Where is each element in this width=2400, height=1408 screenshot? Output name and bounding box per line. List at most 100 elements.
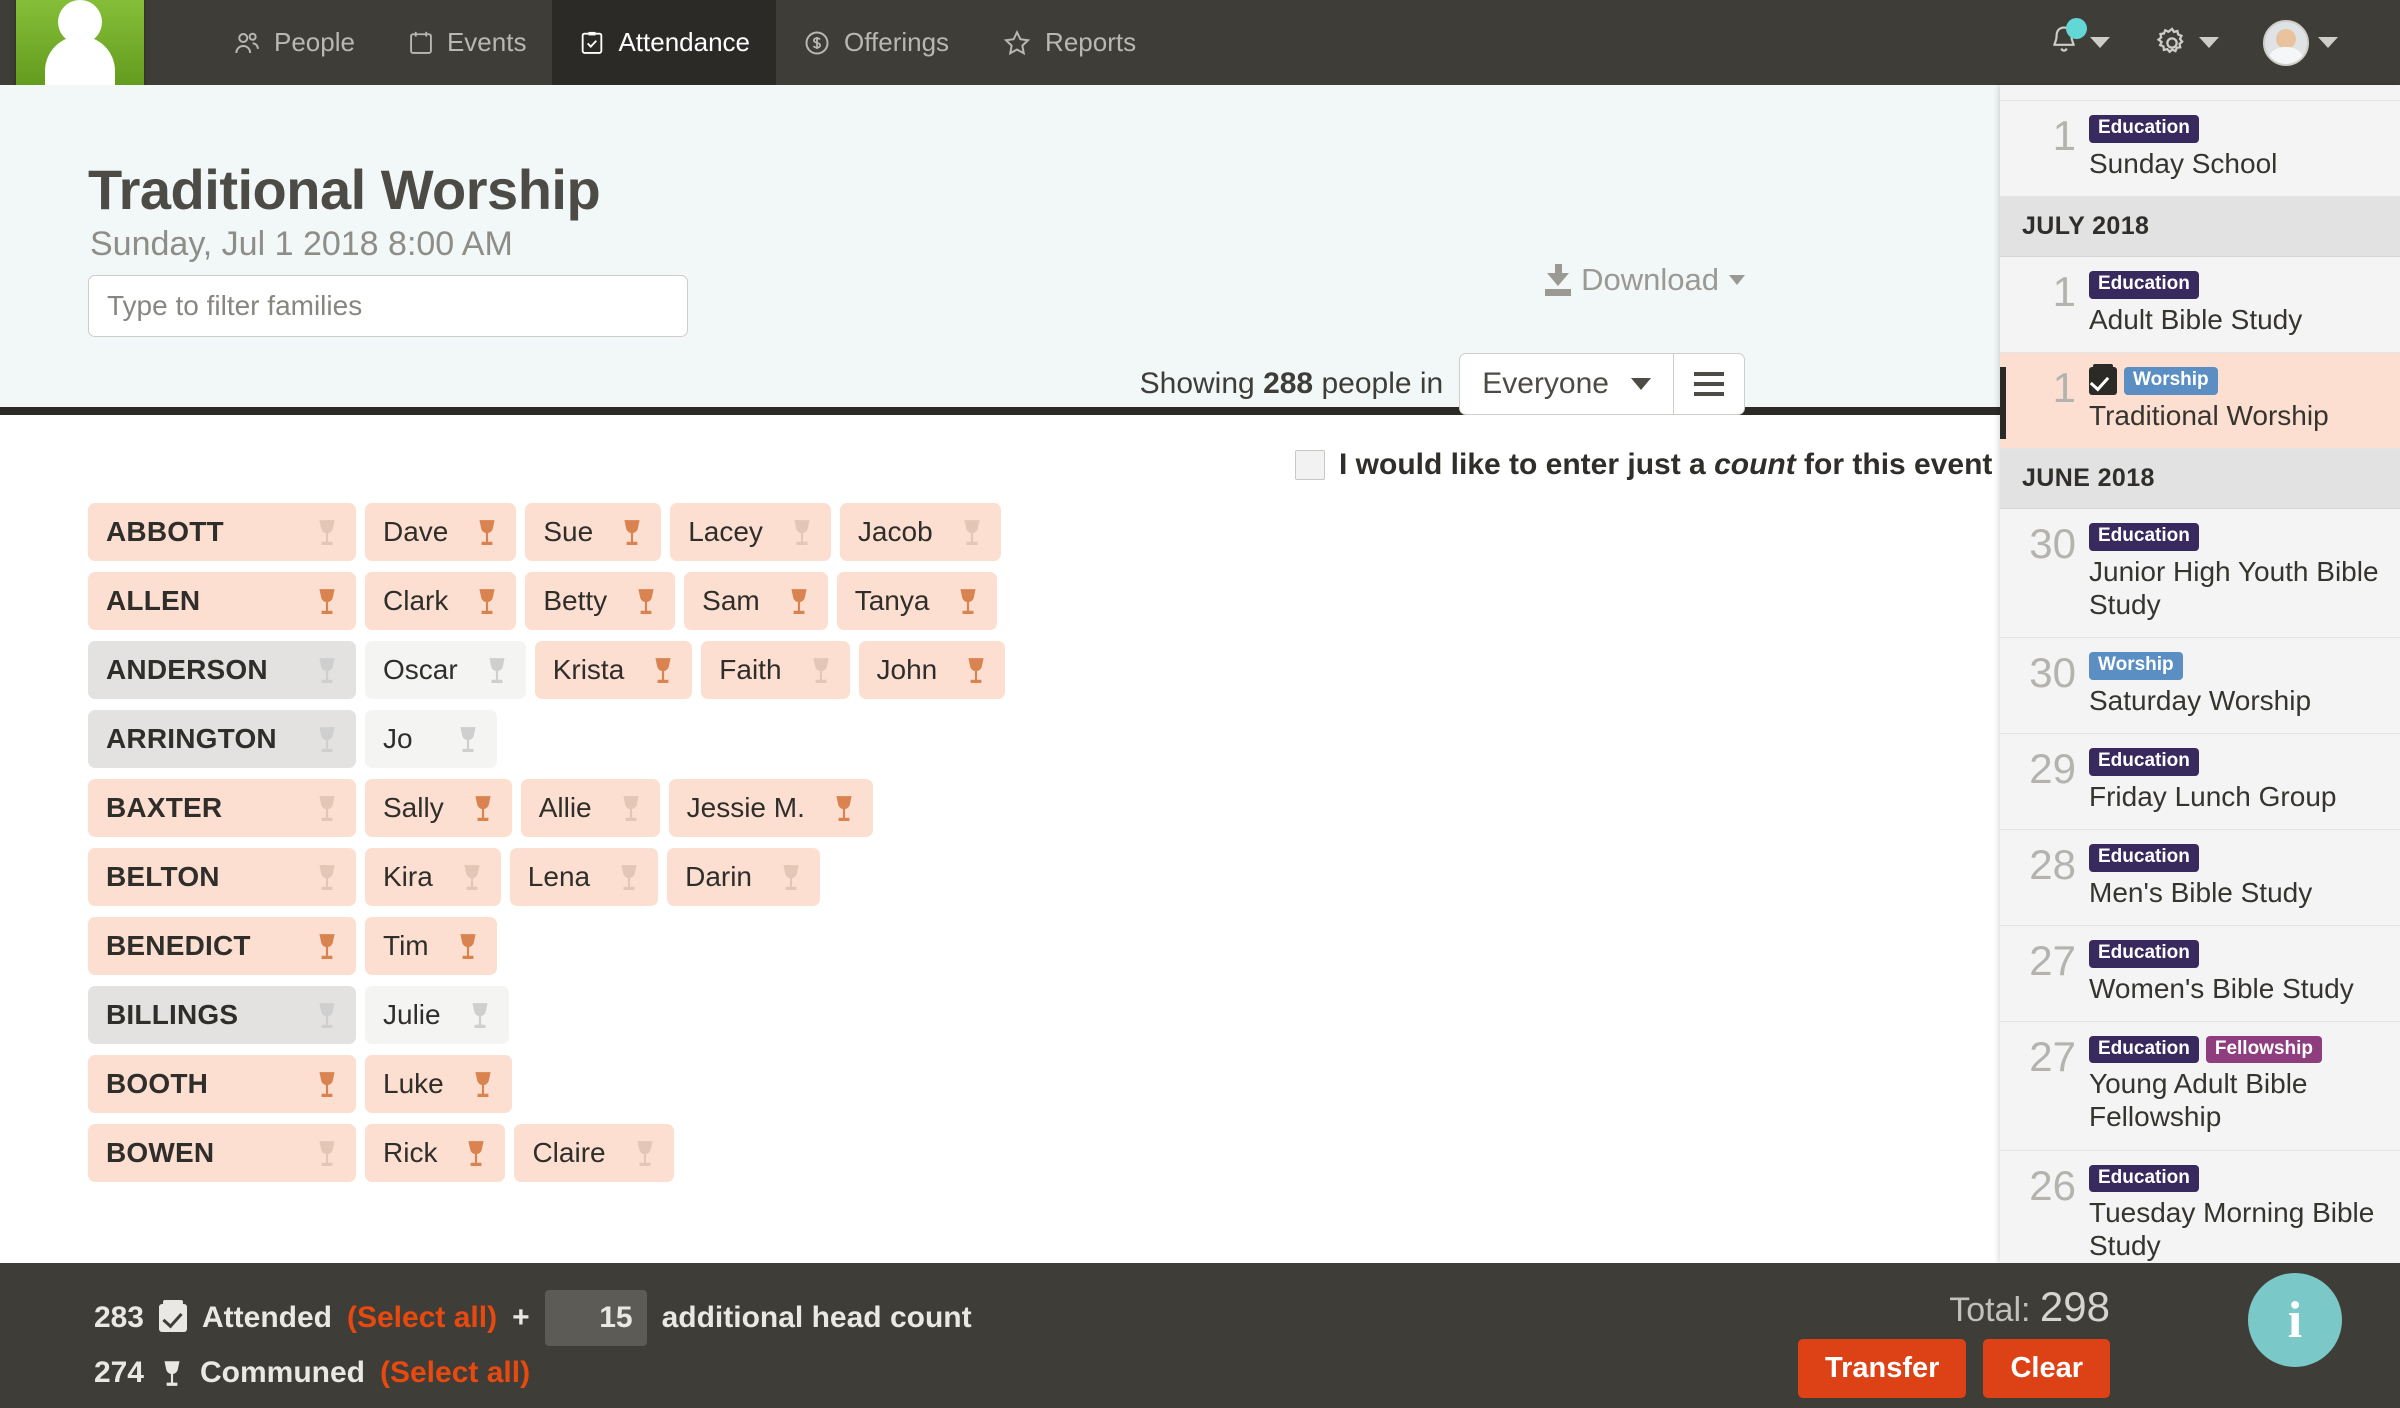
sidebar-event-item[interactable]: 29 Education Friday Lunch Group	[2000, 733, 2400, 830]
sidebar-event-item[interactable]: 27 Education Fellowship Young Adult Bible F…	[2000, 1021, 2400, 1151]
person-chip[interactable]: Clark	[365, 572, 517, 630]
sidebar-event-item[interactable]: 26 Education Tuesday Morning Bible Study	[2000, 1150, 2400, 1263]
person-chip[interactable]: Krista	[534, 641, 693, 699]
chalice-icon[interactable]	[455, 930, 481, 962]
chalice-icon[interactable]	[314, 1068, 340, 1100]
chalice-icon[interactable]	[314, 999, 340, 1031]
chalice-icon[interactable]	[786, 585, 812, 617]
sidebar-event-item[interactable]: 1 Education Sunday School	[2000, 101, 2400, 197]
group-select-button[interactable]: Everyone	[1459, 353, 1674, 415]
person-chip[interactable]: Betty	[525, 572, 676, 630]
list-options-button[interactable]	[1674, 353, 1745, 415]
chalice-icon[interactable]	[789, 516, 815, 548]
family-chip[interactable]: ANDERSON	[88, 641, 356, 699]
family-chip[interactable]: BAXTER	[88, 779, 356, 837]
family-chip[interactable]: BOWEN	[88, 1124, 356, 1182]
family-filter-input[interactable]	[88, 275, 688, 337]
chalice-icon[interactable]	[632, 1137, 658, 1169]
person-chip[interactable]: Claire	[514, 1124, 674, 1182]
chalice-icon[interactable]	[470, 792, 496, 824]
person-chip[interactable]: Jacob	[839, 503, 1001, 561]
person-chip[interactable]: Lena	[509, 848, 659, 906]
person-chip[interactable]: Oscar	[365, 641, 526, 699]
chalice-icon[interactable]	[963, 654, 989, 686]
chalice-icon[interactable]	[463, 1137, 489, 1169]
chalice-icon[interactable]	[959, 516, 985, 548]
chalice-icon[interactable]	[474, 516, 500, 548]
person-chip[interactable]: Tanya	[836, 572, 998, 630]
chalice-icon[interactable]	[314, 1137, 340, 1169]
chalice-icon[interactable]	[808, 654, 834, 686]
chalice-icon[interactable]	[618, 792, 644, 824]
family-chip[interactable]: BELTON	[88, 848, 356, 906]
person-chip[interactable]: Tim	[365, 917, 497, 975]
person-chip[interactable]: Kira	[365, 848, 501, 906]
person-chip[interactable]: Faith	[701, 641, 850, 699]
sidebar-event-item[interactable]: 28 Education Men's Bible Study	[2000, 829, 2400, 926]
person-chip[interactable]: John	[858, 641, 1006, 699]
person-chip[interactable]: Sally	[365, 779, 512, 837]
nav-tab-people[interactable]: People	[206, 0, 381, 85]
sidebar-event-item[interactable]: 1 Education Adult Bible Study	[2000, 256, 2400, 353]
person-chip[interactable]: Julie	[365, 986, 509, 1044]
chalice-icon[interactable]	[459, 861, 485, 893]
nav-tab-attendance[interactable]: Attendance	[552, 0, 777, 91]
chalice-icon[interactable]	[831, 792, 857, 824]
chalice-icon[interactable]	[314, 585, 340, 617]
chalice-icon[interactable]	[314, 861, 340, 893]
family-chip[interactable]: BENEDICT	[88, 917, 356, 975]
sidebar-event-item[interactable]: 30 Education Junior High Youth Bible Study	[2000, 508, 2400, 638]
chalice-icon[interactable]	[314, 516, 340, 548]
family-chip[interactable]: BILLINGS	[88, 986, 356, 1044]
info-button[interactable]: i	[2248, 1273, 2342, 1367]
additional-headcount-input[interactable]	[544, 1290, 647, 1346]
chalice-icon[interactable]	[955, 585, 981, 617]
chalice-icon[interactable]	[633, 585, 659, 617]
person-chip[interactable]: Sam	[684, 572, 828, 630]
chalice-icon[interactable]	[619, 516, 645, 548]
chalice-icon[interactable]	[484, 654, 510, 686]
chalice-icon[interactable]	[314, 930, 340, 962]
clear-button[interactable]: Clear	[1983, 1339, 2110, 1398]
family-chip[interactable]: ALLEN	[88, 572, 356, 630]
person-chip[interactable]: Lacey	[670, 503, 831, 561]
chalice-icon[interactable]	[470, 1068, 496, 1100]
family-chip[interactable]: ABBOTT	[88, 503, 356, 561]
settings-button[interactable]	[2132, 25, 2241, 61]
transfer-button[interactable]: Transfer	[1798, 1339, 1967, 1398]
sidebar-event-item[interactable]: Contemporary Worship	[2000, 85, 2400, 102]
person-chip[interactable]: Luke	[365, 1055, 512, 1113]
chalice-icon[interactable]	[778, 861, 804, 893]
chalice-icon[interactable]	[467, 999, 493, 1031]
count-only-option[interactable]: I would like to enter just a count for t…	[1295, 448, 1992, 482]
communed-select-all-link[interactable]: (Select all)	[380, 1356, 530, 1390]
person-chip[interactable]: Jo	[365, 710, 497, 768]
family-chip[interactable]: ARRINGTON	[88, 710, 356, 768]
family-chip[interactable]: BOOTH	[88, 1055, 356, 1113]
person-chip[interactable]: Allie	[520, 779, 660, 837]
user-menu-button[interactable]	[2241, 19, 2360, 66]
sidebar-event-item[interactable]: 30 Worship Saturday Worship	[2000, 637, 2400, 734]
event-history-sidebar[interactable]: Contemporary Worship 1 Education Sunday Sch…	[2000, 85, 2400, 1263]
chalice-icon[interactable]	[474, 585, 500, 617]
sidebar-event-item[interactable]: 27 Education Women's Bible Study	[2000, 925, 2400, 1022]
sidebar-event-item[interactable]: 1 Worship Traditional Worship	[2000, 352, 2400, 449]
nav-tab-reports[interactable]: Reports	[975, 0, 1162, 85]
nav-tab-offerings[interactable]: Offerings	[776, 0, 975, 85]
chalice-icon[interactable]	[616, 861, 642, 893]
chalice-icon[interactable]	[314, 723, 340, 755]
count-only-checkbox[interactable]	[1295, 450, 1325, 480]
chalice-icon[interactable]	[314, 654, 340, 686]
chalice-icon[interactable]	[650, 654, 676, 686]
chalice-icon[interactable]	[455, 723, 481, 755]
notifications-button[interactable]	[2025, 18, 2132, 63]
person-chip[interactable]: Rick	[365, 1124, 506, 1182]
person-chip[interactable]: Dave	[365, 503, 517, 561]
person-chip[interactable]: Darin	[667, 848, 821, 906]
person-chip[interactable]: Jessie M.	[668, 779, 873, 837]
nav-tab-events[interactable]: Events	[381, 0, 553, 85]
attended-select-all-link[interactable]: (Select all)	[347, 1301, 497, 1335]
person-chip[interactable]: Sue	[525, 503, 662, 561]
download-button[interactable]: Download	[1545, 262, 1745, 298]
chalice-icon[interactable]	[314, 792, 340, 824]
